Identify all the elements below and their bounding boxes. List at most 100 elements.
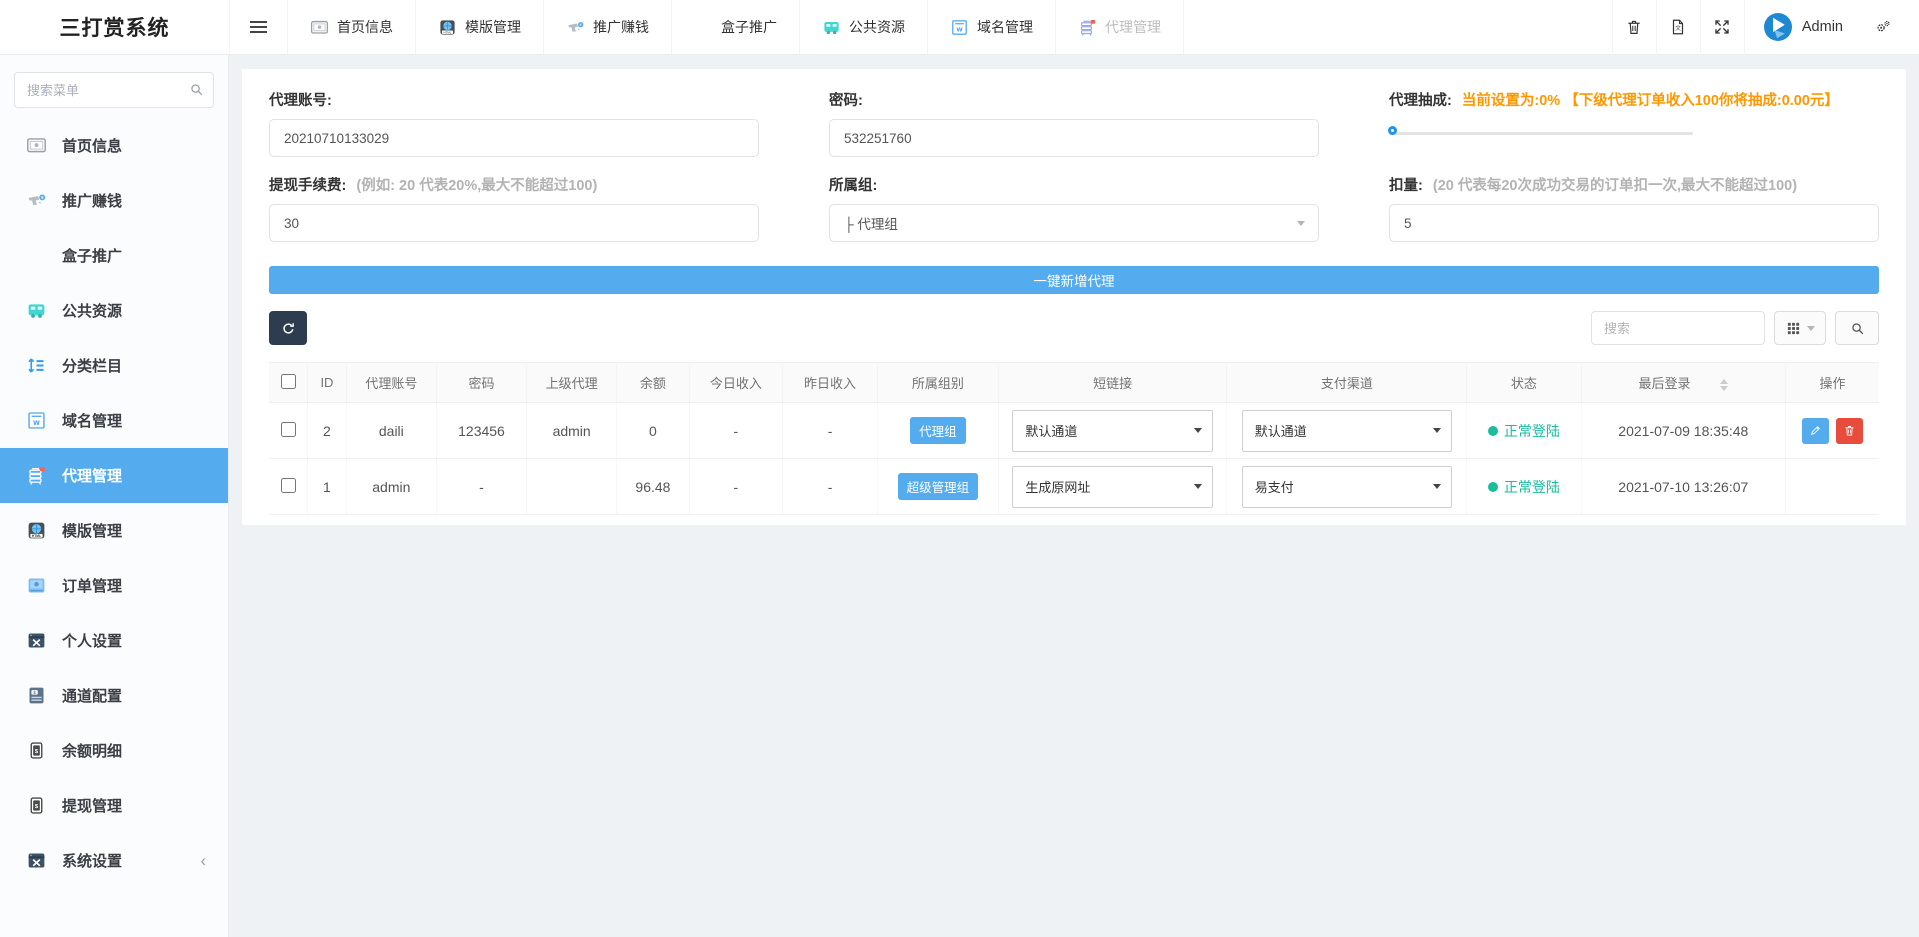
sidebar-item-withdraw[interactable]: 提现管理 bbox=[0, 778, 228, 833]
status-dot-icon bbox=[1487, 425, 1498, 436]
menu-toggle-button[interactable] bbox=[229, 0, 287, 54]
sidebar-item-system-settings[interactable]: 系统设置 ‹ bbox=[0, 833, 228, 888]
withdraw-fee-label: 提现手续费: (例如: 20 代表20%,最大不能超过100) bbox=[269, 174, 759, 195]
trash-button[interactable] bbox=[1611, 0, 1656, 55]
sidebar-item-public-resource[interactable]: 公共资源 bbox=[0, 283, 228, 338]
slider-track[interactable] bbox=[1389, 132, 1693, 135]
sidebar-item-channel-config[interactable]: 通道配置 bbox=[0, 668, 228, 723]
template-icon bbox=[438, 18, 457, 37]
chevron-down-icon bbox=[1193, 428, 1202, 433]
chevron-down-icon bbox=[1432, 484, 1441, 489]
sidebar-search-input[interactable] bbox=[14, 72, 214, 108]
sidebar-item-domain[interactable]: 域名管理 bbox=[0, 393, 228, 448]
sidebar-item-category[interactable]: 分类栏目 bbox=[0, 338, 228, 393]
tab-public-resource[interactable]: 公共资源 bbox=[799, 0, 928, 54]
domain-icon bbox=[26, 410, 47, 431]
top-tabs: 首页信息 模版管理 推广赚钱 盒子推广 公共资源 域名管理 代理管理 bbox=[287, 0, 1184, 54]
cell-id: 2 bbox=[307, 402, 347, 459]
sidebar-item-order[interactable]: 订单管理 bbox=[0, 558, 228, 613]
status-text: 正常登陆 bbox=[1503, 422, 1560, 439]
sidebar-item-label: 公共资源 bbox=[62, 303, 123, 320]
pay-channel-select[interactable]: 默认通道 bbox=[1241, 409, 1452, 452]
sidebar-item-home-info[interactable]: 首页信息 bbox=[0, 118, 228, 173]
fullscreen-button[interactable] bbox=[1699, 0, 1744, 55]
order-icon bbox=[26, 575, 47, 596]
tab-domain[interactable]: 域名管理 bbox=[927, 0, 1056, 54]
tab-label: 盒子推广 bbox=[721, 19, 777, 35]
edit-button[interactable] bbox=[1801, 417, 1829, 444]
agents-table: ID 代理账号 密码 上级代理 余额 今日收入 昨日收入 所属组别 短链接 支付… bbox=[269, 362, 1879, 515]
tab-promote-earn[interactable]: 推广赚钱 bbox=[543, 0, 672, 54]
new-agent-form: 代理账号: 密码: 代理抽成: 当前设置为:0% 【下级代理订单收入100你将抽… bbox=[269, 89, 1879, 259]
search-icon bbox=[189, 82, 204, 97]
sidebar-item-label: 订单管理 bbox=[62, 578, 123, 595]
deduction-label-text: 扣量: bbox=[1389, 178, 1423, 194]
sort-control[interactable] bbox=[1720, 378, 1729, 391]
sidebar-item-label: 代理管理 bbox=[62, 468, 123, 485]
add-agent-button[interactable]: 一键新增代理 bbox=[269, 266, 1879, 294]
group-select[interactable]: ├ 代理组 bbox=[829, 204, 1319, 242]
commission-slider[interactable] bbox=[1388, 126, 1693, 140]
cell-parent: admin bbox=[526, 402, 618, 459]
pay-channel-select[interactable]: 易支付 bbox=[1241, 465, 1452, 508]
refresh-button[interactable] bbox=[269, 311, 307, 345]
tab-label: 代理管理 bbox=[1105, 19, 1161, 35]
cell-account: admin bbox=[346, 458, 437, 515]
withdraw-fee-input[interactable] bbox=[269, 204, 759, 242]
deduction-label: 扣量: (20 代表每20次成功交易的订单扣一次,最大不能超过100) bbox=[1389, 174, 1879, 195]
columns-toggle-button[interactable] bbox=[1774, 311, 1826, 345]
col-shortlink: 短链接 bbox=[998, 362, 1228, 403]
sidebar-item-label: 提现管理 bbox=[62, 798, 123, 815]
tab-template[interactable]: 模版管理 bbox=[415, 0, 544, 54]
sidebar-item-promote-earn[interactable]: 推广赚钱 bbox=[0, 173, 228, 228]
col-balance: 余额 bbox=[616, 362, 690, 403]
shortlink-select-value: 默认通道 bbox=[1025, 424, 1078, 439]
refresh-icon bbox=[281, 321, 296, 336]
pencil-icon bbox=[1809, 424, 1822, 437]
table-header-row: ID 代理账号 密码 上级代理 余额 今日收入 昨日收入 所属组别 短链接 支付… bbox=[269, 362, 1879, 403]
table-row: 2 daili 123456 admin 0 - - 代理组 默认通道 默认通道… bbox=[269, 402, 1879, 459]
row-checkbox[interactable] bbox=[280, 421, 296, 437]
hamburger-icon bbox=[250, 18, 267, 36]
shortlink-select[interactable]: 生成原网址 bbox=[1012, 465, 1213, 508]
cell-balance: 0 bbox=[616, 402, 690, 459]
deduction-input[interactable] bbox=[1389, 204, 1879, 242]
col-id: ID bbox=[307, 362, 347, 403]
select-all-checkbox[interactable] bbox=[280, 373, 296, 389]
group-badge: 超级管理组 bbox=[897, 473, 979, 500]
main-content: 代理账号: 密码: 代理抽成: 当前设置为:0% 【下级代理订单收入100你将抽… bbox=[229, 55, 1919, 937]
tab-label: 域名管理 bbox=[977, 19, 1033, 35]
sidebar-item-template[interactable]: 模版管理 bbox=[0, 503, 228, 558]
tab-agent-active[interactable]: 代理管理 bbox=[1055, 0, 1184, 54]
settings-button[interactable] bbox=[1861, 0, 1905, 55]
clear-cache-button[interactable] bbox=[1655, 0, 1700, 55]
table-search-button[interactable] bbox=[1835, 311, 1879, 345]
shortlink-select[interactable]: 默认通道 bbox=[1012, 409, 1213, 452]
channel-doc-icon bbox=[26, 685, 47, 706]
sidebar-item-agent-active[interactable]: 代理管理 bbox=[0, 448, 228, 503]
collapse-chevron-icon[interactable]: ‹ bbox=[200, 851, 206, 871]
delete-button[interactable] bbox=[1836, 417, 1864, 444]
sidebar-item-box-promote[interactable]: 盒子推广 bbox=[0, 228, 228, 283]
user-menu[interactable]: Admin bbox=[1743, 0, 1861, 55]
agent-manage-card: 代理账号: 密码: 代理抽成: 当前设置为:0% 【下级代理订单收入100你将抽… bbox=[242, 69, 1906, 525]
sidebar-item-label: 分类栏目 bbox=[62, 358, 123, 375]
tab-box-promote[interactable]: 盒子推广 bbox=[671, 0, 800, 54]
group-badge: 代理组 bbox=[910, 417, 966, 444]
wallet-icon bbox=[26, 795, 47, 816]
agent-account-input[interactable] bbox=[269, 119, 759, 157]
search-icon bbox=[1850, 321, 1865, 336]
sidebar-item-personal-settings[interactable]: 个人设置 bbox=[0, 613, 228, 668]
slider-handle[interactable] bbox=[1388, 126, 1397, 135]
col-today: 今日收入 bbox=[689, 362, 784, 403]
password-input[interactable] bbox=[829, 119, 1319, 157]
row-checkbox[interactable] bbox=[280, 477, 296, 493]
status-dot-icon bbox=[1487, 481, 1498, 492]
commission-label-text: 代理抽成: bbox=[1389, 93, 1452, 109]
col-status: 状态 bbox=[1466, 362, 1582, 403]
pay-channel-select-value: 易支付 bbox=[1254, 480, 1294, 495]
tab-home-info[interactable]: 首页信息 bbox=[287, 0, 416, 54]
table-search-input[interactable] bbox=[1591, 311, 1765, 345]
logo-icon bbox=[1763, 12, 1793, 42]
sidebar-item-balance-detail[interactable]: 余额明细 bbox=[0, 723, 228, 778]
